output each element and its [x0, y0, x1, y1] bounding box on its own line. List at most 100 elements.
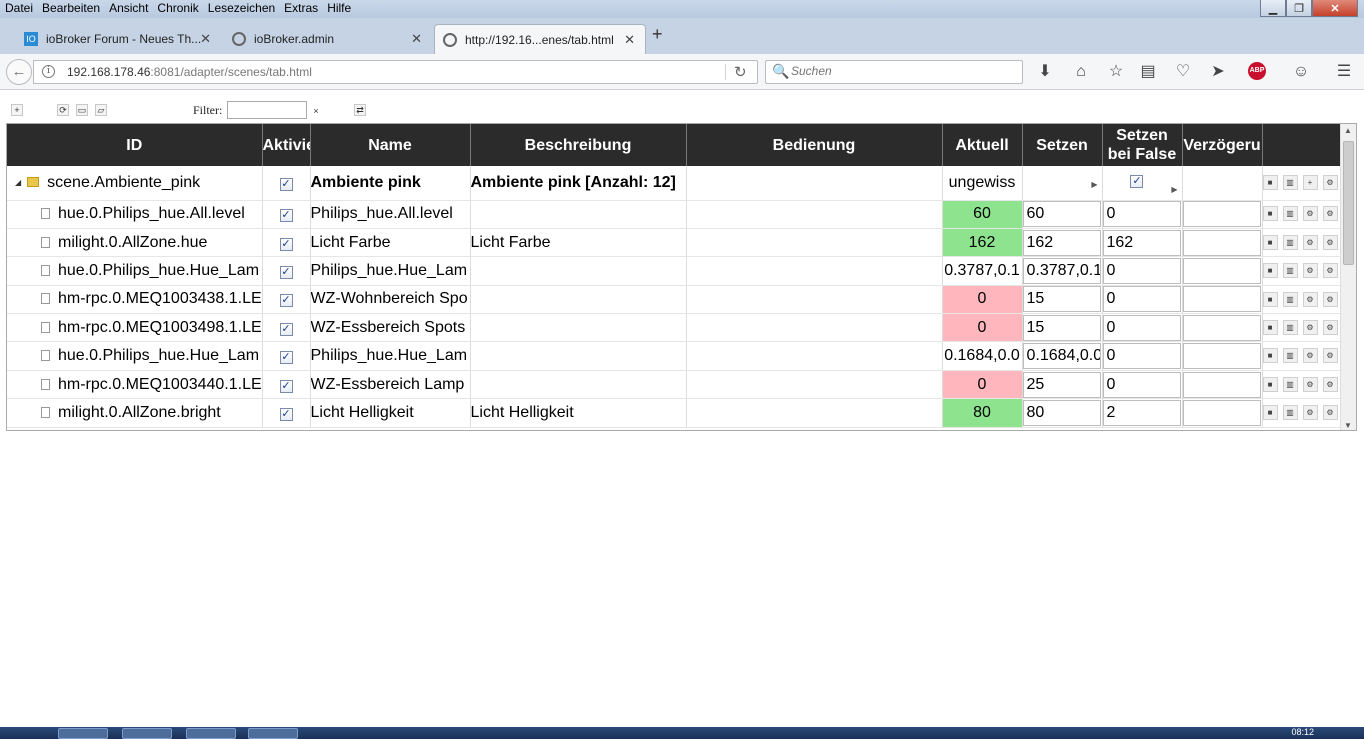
setzen-false-cell[interactable]: 0 — [1102, 200, 1183, 229]
play-icon[interactable]: ▶ — [1171, 185, 1177, 194]
setzen-cell[interactable]: ▶ — [1022, 166, 1103, 201]
stop-icon[interactable]: ■ — [1262, 206, 1278, 222]
menu-lesezeichen[interactable]: Lesezeichen — [203, 0, 279, 18]
setzen-false-input[interactable]: 0 — [1102, 201, 1181, 228]
menu-chronik[interactable]: Chronik — [152, 0, 202, 18]
settings-icon[interactable]: ⚙ — [1322, 348, 1338, 364]
edit-icon[interactable]: ⚙ — [1302, 348, 1318, 364]
setzen-false-cell[interactable]: 0 — [1102, 285, 1183, 315]
delay-input[interactable] — [1182, 314, 1261, 341]
maximize-button[interactable]: ❐ — [1286, 0, 1312, 17]
swap-icon[interactable]: ⇄ — [354, 104, 366, 116]
refresh-icon[interactable]: ⟳ — [57, 104, 69, 116]
adblock-icon[interactable]: ABP — [1248, 62, 1266, 80]
table-row[interactable]: hue.0.Philips_hue.Hue_Lam ✓ Philips_hue.Hu… — [7, 256, 1353, 286]
close-tab-icon[interactable]: ✕ — [200, 31, 211, 47]
enabled-cell[interactable]: ✓ — [262, 313, 311, 343]
settings-icon[interactable]: ⚙ — [1322, 376, 1338, 392]
download-icon[interactable]: ⬇ — [1035, 62, 1055, 82]
settings-icon[interactable]: ⚙ — [1322, 263, 1338, 279]
enabled-cell[interactable]: ✓ — [262, 285, 311, 315]
delay-cell[interactable] — [1182, 256, 1263, 286]
delete-icon[interactable]: ▥ — [1282, 348, 1298, 364]
header-beschreibung[interactable]: Beschreibung — [470, 124, 687, 166]
setzen-input[interactable]: 60 — [1022, 201, 1101, 228]
setzen-input[interactable]: 15 — [1022, 314, 1101, 341]
delay-cell[interactable] — [1182, 370, 1263, 400]
setzen-false-cell[interactable]: 0 — [1102, 370, 1183, 400]
menu-extras[interactable]: Extras — [279, 0, 322, 18]
setzen-false-input[interactable]: 162 — [1102, 229, 1181, 256]
delay-cell[interactable] — [1182, 313, 1263, 343]
setzen-cell[interactable]: 80 — [1022, 398, 1103, 428]
play-icon[interactable]: ▶ — [1091, 180, 1097, 189]
delete-icon[interactable]: ▥ — [1282, 263, 1298, 279]
enabled-checkbox[interactable]: ✓ — [279, 265, 293, 279]
close-tab-icon[interactable]: ✕ — [624, 32, 635, 48]
setzen-false-input[interactable]: 0 — [1102, 371, 1181, 398]
delay-input[interactable] — [1182, 286, 1261, 313]
setzen-false-cell[interactable]: 0 — [1102, 341, 1183, 371]
pocket-icon[interactable]: ♡ — [1173, 62, 1193, 82]
table-row[interactable]: milight.0.AllZone.bright ✓ Licht Helligkei… — [7, 398, 1353, 428]
stop-icon[interactable]: ■ — [1262, 291, 1278, 307]
header-setzen-bei-false[interactable]: Setzen bei False — [1102, 124, 1183, 166]
setzen-false-input[interactable]: 0 — [1102, 343, 1181, 370]
enabled-cell[interactable]: ✓ — [262, 166, 311, 201]
delay-input[interactable] — [1182, 399, 1261, 426]
delay-cell[interactable] — [1182, 200, 1263, 229]
device-id-cell[interactable]: hm-rpc.0.MEQ1003440.1.LE — [7, 370, 263, 400]
setzen-false-cell[interactable]: ✓ ▶ — [1102, 166, 1183, 201]
table-row[interactable]: hm-rpc.0.MEQ1003498.1.LE ✓ WZ-Essbereich S… — [7, 313, 1353, 343]
edit-icon[interactable]: ⚙ — [1302, 320, 1318, 336]
taskbar-item[interactable] — [58, 728, 108, 739]
setzen-false-cell[interactable]: 0 — [1102, 313, 1183, 343]
folder-open-icon[interactable]: ▱ — [95, 104, 107, 116]
table-row[interactable]: hue.0.Philips_hue.Hue_Lam ✓ Philips_hue.Hu… — [7, 341, 1353, 371]
header-bedienung[interactable]: Bedienung — [686, 124, 943, 166]
setzen-false-cell[interactable]: 2 — [1102, 398, 1183, 428]
setzen-false-input[interactable]: 0 — [1102, 314, 1181, 341]
setzen-input[interactable]: 0.1684,0.0 — [1022, 343, 1101, 370]
enabled-cell[interactable]: ✓ — [262, 256, 311, 286]
taskbar-item[interactable] — [186, 728, 236, 739]
enabled-cell[interactable]: ✓ — [262, 200, 311, 229]
device-id-cell[interactable]: hue.0.Philips_hue.All.level — [7, 200, 263, 229]
delete-icon[interactable]: ▥ — [1282, 291, 1298, 307]
enabled-checkbox[interactable]: ✓ — [279, 237, 293, 251]
setzen-cell[interactable]: 15 — [1022, 313, 1103, 343]
menu-bearbeiten[interactable]: Bearbeiten — [37, 0, 104, 18]
table-row[interactable]: milight.0.AllZone.hue ✓ Licht Farbe Licht F… — [7, 228, 1353, 258]
edit-icon[interactable]: ⚙ — [1302, 206, 1318, 222]
enabled-checkbox[interactable]: ✓ — [279, 294, 293, 308]
setzen-input[interactable]: 162 — [1022, 229, 1101, 256]
delay-input[interactable] — [1182, 229, 1261, 256]
settings-icon[interactable]: ⚙ — [1322, 206, 1338, 222]
header-id[interactable]: ID — [7, 124, 263, 166]
header-aktuell[interactable]: Aktuell — [942, 124, 1023, 166]
device-id-cell[interactable]: hue.0.Philips_hue.Hue_Lam — [7, 341, 263, 371]
bookmark-star-icon[interactable]: ☆ — [1106, 62, 1126, 82]
add-icon[interactable]: + — [1302, 175, 1318, 191]
table-row[interactable]: hm-rpc.0.MEQ1003440.1.LE ✓ WZ-Essbereich L… — [7, 370, 1353, 400]
emoji-icon[interactable]: ☺ — [1291, 62, 1311, 82]
tab-iobroker-admin[interactable]: ioBroker.admin ✕ — [224, 24, 432, 54]
setzen-cell[interactable]: 162 — [1022, 228, 1103, 258]
setzen-cell[interactable]: 25 — [1022, 370, 1103, 400]
tab-scenes-active[interactable]: http://192.16...enes/tab.html ✕ — [434, 24, 646, 54]
device-id-cell[interactable]: hm-rpc.0.MEQ1003438.1.LE — [7, 285, 263, 315]
stop-icon[interactable]: ■ — [1262, 348, 1278, 364]
search-input[interactable] — [791, 64, 1011, 78]
delay-cell[interactable] — [1182, 398, 1263, 428]
delay-cell[interactable] — [1182, 285, 1263, 315]
vertical-scrollbar[interactable]: ▲ ▼ — [1340, 124, 1356, 430]
delete-icon[interactable]: ▥ — [1282, 376, 1298, 392]
delay-cell[interactable] — [1182, 341, 1263, 371]
scroll-down-icon[interactable]: ▼ — [1344, 421, 1352, 430]
header-name[interactable]: Name — [310, 124, 471, 166]
header-setzen[interactable]: Setzen — [1022, 124, 1103, 166]
taskbar-item[interactable] — [248, 728, 298, 739]
close-window-button[interactable]: ✕ — [1312, 0, 1358, 17]
enabled-checkbox[interactable]: ✓ — [279, 379, 293, 393]
menu-datei[interactable]: Datei — [0, 0, 37, 18]
